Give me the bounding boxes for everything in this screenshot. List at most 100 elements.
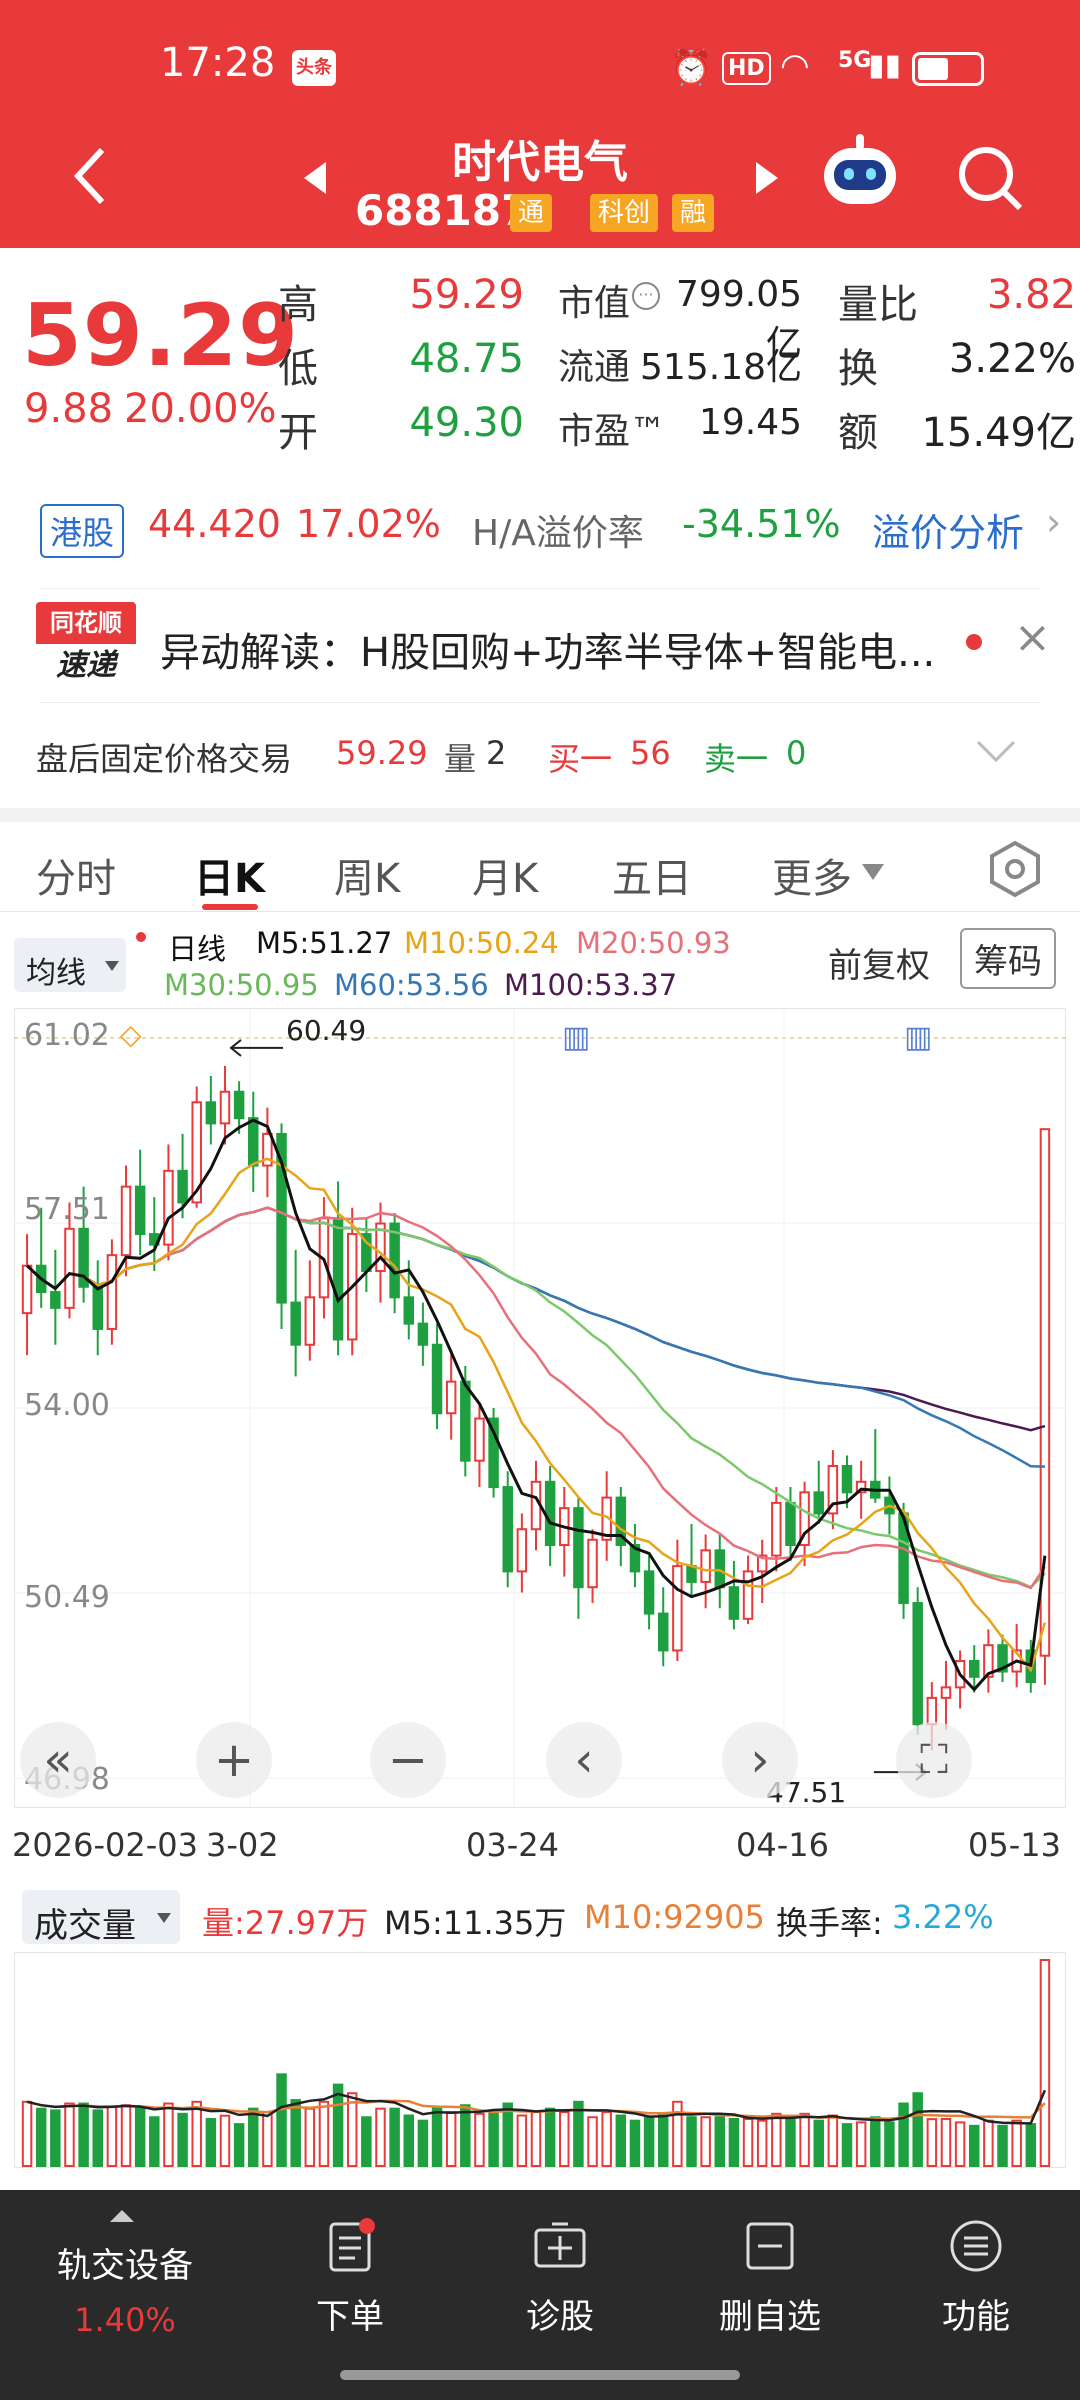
volume-bar [290, 2099, 301, 2167]
chips-button[interactable]: 筹码 [960, 928, 1056, 989]
premium-analysis-link[interactable]: 溢价分析 [872, 502, 1024, 557]
next-stock-icon[interactable] [752, 158, 782, 198]
zoom-in-button[interactable]: + [196, 1722, 272, 1798]
volume-chart[interactable] [14, 1952, 1066, 2168]
volume-selector[interactable]: 成交量 [22, 1890, 180, 1946]
caret-up-icon [110, 2210, 134, 2222]
x-tick-04-16: 04-16 [736, 1826, 829, 1864]
zoom-out-button[interactable]: − [370, 1722, 446, 1798]
y-tick-54-00: 54.00 [24, 1388, 110, 1423]
rewind-button[interactable]: « [20, 1722, 96, 1798]
open-value: 49.30 [409, 400, 524, 446]
period-label: 日线 [168, 932, 227, 966]
divider [40, 702, 1040, 703]
settings-hex-icon[interactable] [986, 840, 1044, 898]
y-tick-50-49: 50.49 [24, 1580, 110, 1615]
chevron-down-icon[interactable] [976, 740, 1016, 764]
volume-bar [78, 2102, 89, 2168]
volratio-value: 3.82 [986, 272, 1076, 318]
fullscreen-button[interactable]: ⛶ [896, 1722, 972, 1798]
hk-premium-row[interactable]: 港股 44.420 17.02% H/A溢价率 -34.51% 溢价分析 › [0, 488, 1080, 568]
x-tick-start: 2026-02-03 [12, 1826, 198, 1864]
volume-bar [997, 2124, 1008, 2167]
candle-body [912, 1602, 923, 1726]
volume-bar [1025, 2123, 1037, 2167]
search-icon[interactable] [956, 144, 1026, 214]
volume-bar [92, 2109, 103, 2168]
scroll-right-button[interactable]: › [722, 1722, 798, 1798]
volume-bar [700, 2116, 711, 2168]
after-hours-vol-label: 量 [444, 740, 477, 778]
kline-chart[interactable]: 61.02 ◇ 57.51 54.00 50.49 46.98 60.49 47… [14, 1008, 1066, 1809]
volume-bar [120, 2104, 132, 2167]
event-marker-icon[interactable]: ▥ [562, 1020, 590, 1055]
candle-body [163, 1169, 174, 1246]
m20-legend: M20:50.93 [576, 926, 731, 960]
volume-bar [474, 2112, 485, 2168]
caret-down-icon [862, 864, 884, 880]
volume-bar [799, 2112, 810, 2168]
volume-bar [389, 2107, 400, 2167]
remove-watchlist-icon [746, 2222, 794, 2270]
sell1-label: 卖一 [704, 740, 769, 778]
tab-five-day[interactable]: 五日 [612, 846, 692, 904]
sector-ticker[interactable]: 轨交设备 1.40% [40, 2238, 210, 2339]
tab-intraday[interactable]: 分时 [36, 846, 116, 904]
buy1-label: 买一 [548, 740, 613, 778]
adjust-mode[interactable]: 前复权 [828, 938, 930, 987]
functions-button[interactable]: 功能 [916, 2218, 1036, 2338]
after-hours-row[interactable]: 盘后固定价格交易 59.29 量 2 买一 56 卖一 0 [0, 710, 1080, 800]
m30-legend: M30:50.95 [164, 968, 319, 1002]
tab-monthly-k[interactable]: 月K [472, 846, 538, 904]
volume-bar [318, 2100, 330, 2167]
volume-bar [615, 2114, 627, 2167]
volume-bar [361, 2116, 372, 2168]
volume-bar [813, 2119, 824, 2167]
volume-bar [643, 2116, 655, 2168]
battery-icon [912, 52, 984, 86]
hk-pct: 17.02% [296, 502, 441, 546]
volume-bar [855, 2121, 867, 2167]
order-button[interactable]: 下单 [290, 2218, 410, 2338]
ths-logo: 同花顺 速递 [36, 602, 136, 688]
candle-body [657, 1612, 669, 1652]
diagnose-button[interactable]: 诊股 [500, 2218, 620, 2338]
diagnose-label: 诊股 [526, 2297, 594, 2337]
volume-bar [544, 2107, 556, 2167]
scroll-left-button[interactable]: ‹ [546, 1722, 622, 1798]
candle-body [969, 1659, 980, 1678]
float-value: 515.18亿 [640, 347, 802, 388]
volume-selector-label: 成交量 [34, 1906, 136, 1946]
candle-body [700, 1549, 711, 1583]
candle-body [544, 1480, 556, 1547]
news-banner[interactable]: 同花顺 速递 异动解读：H股回购+功率半导体+智能电... × [0, 590, 1080, 700]
assistant-robot-icon[interactable] [818, 132, 902, 216]
candle-body [248, 1117, 259, 1167]
volume-bar [898, 2102, 909, 2168]
low-label: 低 [278, 346, 318, 392]
candle-body [50, 1291, 61, 1309]
home-indicator [340, 2370, 740, 2380]
candle-body [120, 1185, 132, 1257]
candle-body [516, 1528, 528, 1573]
volume-m5: M5:11.35万 [384, 1904, 567, 1942]
x-tick-05-13: 05-13 [968, 1826, 1061, 1864]
candle-body [474, 1417, 485, 1462]
volume-bar [1039, 1959, 1051, 2167]
remove-watchlist-button[interactable]: 删自选 [700, 2218, 840, 2338]
volume-bar [657, 2114, 669, 2167]
open-label: 开 [278, 410, 318, 456]
indicator-selector[interactable]: 均线 [14, 938, 126, 992]
volume-bar [742, 2117, 754, 2167]
tab-more[interactable]: 更多 [772, 846, 852, 904]
after-hours-price: 59.29 [336, 734, 428, 772]
tab-daily-k[interactable]: 日K [194, 846, 265, 904]
candle-body [134, 1185, 146, 1236]
event-marker-icon[interactable]: ▥ [904, 1020, 932, 1055]
sell1-value: 0 [786, 734, 807, 772]
close-icon[interactable]: × [1014, 612, 1051, 663]
high-annotation: 60.49 [286, 1014, 367, 1047]
tab-weekly-k[interactable]: 周K [334, 846, 400, 904]
volume-bar [149, 2116, 160, 2168]
volume-bar [205, 2117, 217, 2167]
